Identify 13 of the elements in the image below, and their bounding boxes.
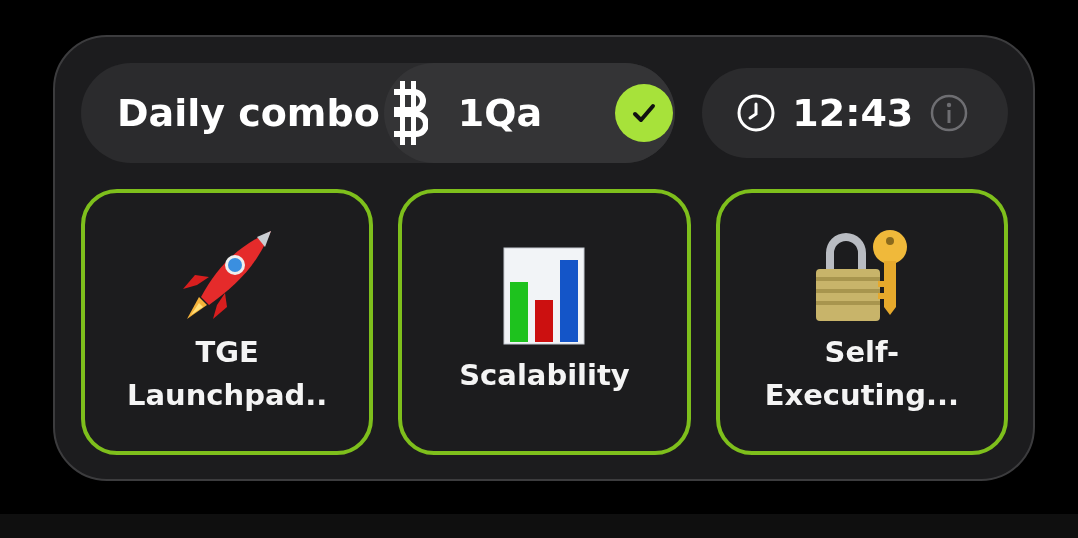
bar-chart-icon (502, 246, 587, 347)
timer-text: 12:43 (792, 91, 914, 135)
combo-card[interactable]: Self-Executing... (715, 189, 1008, 455)
combo-title: Daily combo (117, 91, 380, 135)
info-icon[interactable] (929, 93, 970, 133)
clock-icon (736, 93, 777, 133)
combo-card[interactable]: TGE Launchpad.. (81, 189, 374, 455)
card-label: Scalability (459, 357, 630, 395)
card-label: Self-Executing... (763, 333, 960, 414)
combo-card[interactable]: Scalability (398, 189, 691, 455)
coin-symbol-icon (393, 81, 428, 145)
card-label: TGE Launchpad.. (126, 333, 329, 414)
reward-amount: 1Qa (457, 91, 543, 135)
